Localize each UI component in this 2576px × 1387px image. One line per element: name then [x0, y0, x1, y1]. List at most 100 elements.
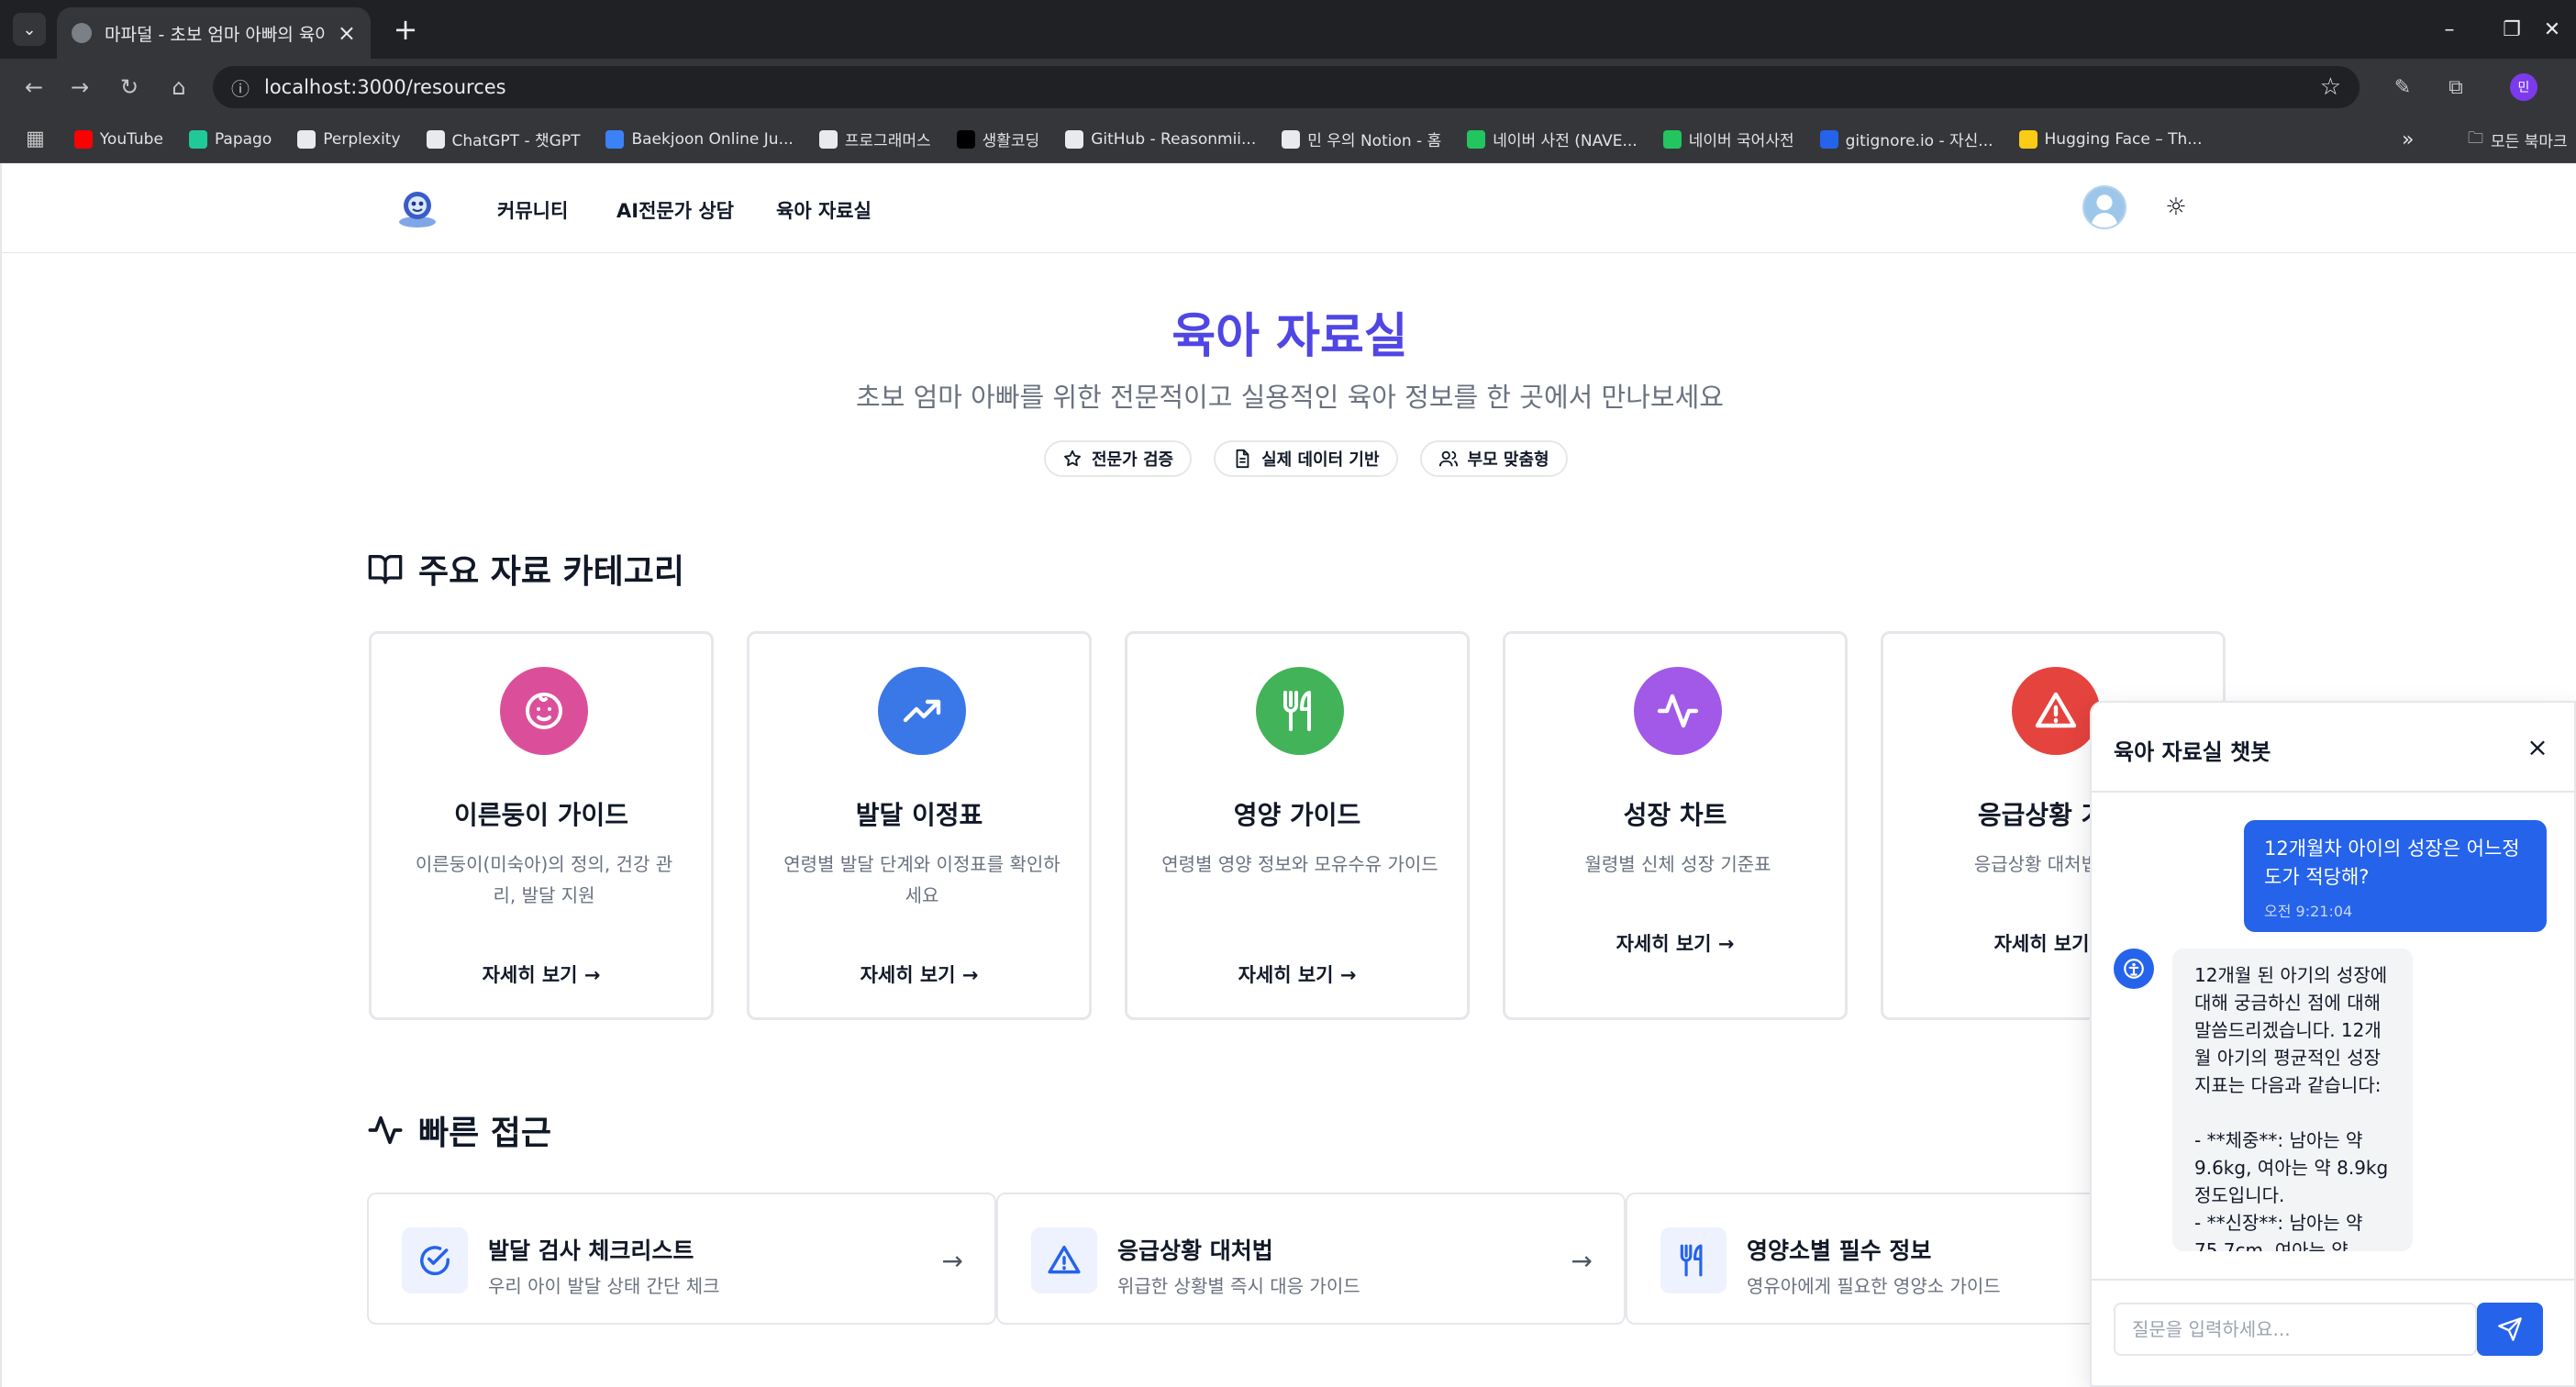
nav-ai-consult[interactable]: AI전문가 상담 [616, 196, 734, 224]
message-timestamp: 오전 9:21:04 [2264, 903, 2353, 920]
logo-icon[interactable] [396, 187, 439, 229]
browser-toolbar: ← → ↻ ⌂ ⓘ localhost:3000/resources ☆ ✎ ⧉ [0, 59, 2576, 116]
chat-input-bar [2092, 1279, 2574, 1385]
category-detail-link[interactable]: 자세히 보기 → [1127, 960, 1467, 988]
bot-icon [2124, 959, 2144, 979]
feature-badges: 전문가 검증 실제 데이터 기반 부모 맞춤형 [1044, 440, 1568, 477]
back-icon[interactable]: ← [17, 70, 51, 105]
bookmark-item[interactable]: YouTube [73, 129, 163, 149]
category-title: 영양 가이드 [1233, 800, 1361, 830]
category-title: 이른둥이 가이드 [453, 800, 629, 830]
bookmark-item[interactable]: 네이버 국어사전 [1662, 128, 1794, 150]
quick-card-emergency[interactable]: 응급상황 대처법 위급한 상황별 즉시 대응 가이드 → [996, 1193, 1626, 1325]
bookmark-item[interactable]: GitHub - Reasonmii... [1065, 129, 1256, 149]
bookmark-item[interactable]: Papago [188, 129, 272, 149]
bookmark-favicon-icon [818, 129, 838, 149]
utensils-icon [1680, 1244, 1703, 1277]
book-open-icon [368, 555, 403, 584]
users-icon [1438, 450, 1458, 467]
quick-icon-bg [1660, 1227, 1727, 1293]
bookmark-favicon-icon [1065, 129, 1084, 149]
bookmark-item[interactable]: 민 우의 Notion - 홈 [1282, 128, 1441, 150]
more-bookmarks-button[interactable]: » [2402, 128, 2414, 151]
address-bar[interactable]: ⓘ localhost:3000/resources ☆ [213, 66, 2359, 108]
nav-resources[interactable]: 육아 자료실 [776, 196, 872, 224]
browser-tab[interactable]: 마파덜 - 초보 엄마 아빠의 육아 × [57, 7, 371, 59]
bookmark-item[interactable]: Hugging Face – Th... [2018, 129, 2202, 149]
category-desc: 월령별 신체 성장 기준표 [1584, 853, 1771, 875]
category-desc: 연령별 발달 단계와 이정표를 확인하세요 [783, 853, 1060, 906]
bookmark-favicon-icon [1819, 129, 1838, 149]
warning-icon [1048, 1246, 1081, 1274]
profile-avatar[interactable]: 민 [2510, 73, 2537, 101]
bookmark-item[interactable]: 프로그래머스 [818, 128, 931, 150]
category-detail-link[interactable]: 자세히 보기 → [1505, 929, 1845, 957]
bookmark-favicon-icon [297, 129, 316, 149]
nav-community[interactable]: 커뮤니티 [497, 196, 568, 224]
category-card-preemie[interactable]: 이른둥이 가이드 이른둥이(미숙아)의 정의, 건강 관리, 발달 지원 자세히… [369, 631, 714, 1020]
document-icon [1236, 449, 1249, 469]
minimize-button[interactable]: – [2422, 9, 2477, 50]
bookmark-favicon-icon [956, 129, 975, 149]
bookmark-item[interactable]: gitignore.io - 자신... [1819, 128, 1993, 150]
category-card-milestones[interactable]: 발달 이정표 연령별 발달 단계와 이정표를 확인하세요 자세히 보기 → [747, 631, 1092, 1020]
tab-favicon-icon [72, 23, 92, 43]
category-icon-bg [878, 667, 966, 755]
tab-title: 마파덜 - 초보 엄마 아빠의 육아 [105, 24, 325, 45]
bot-message-text: 12개월 된 아기의 성장에 대해 궁금하신 점에 대해 말씀드리겠습니다. 1… [2194, 964, 2389, 1251]
all-bookmarks-folder[interactable]: 🗀 모든 북마크 [2468, 127, 2568, 153]
close-icon[interactable]: × [338, 20, 356, 46]
categories-heading: 주요 자료 카테고리 [367, 545, 684, 593]
quick-desc: 영유아에게 필요한 영양소 가이드 [1747, 1275, 2001, 1297]
category-card-growth[interactable]: 성장 차트 월령별 신체 성장 기준표 자세히 보기 → [1503, 631, 1848, 1020]
badge-expert: 전문가 검증 [1044, 440, 1193, 477]
apps-grid-icon[interactable]: ▦ [26, 128, 45, 150]
home-icon[interactable]: ⌂ [161, 70, 196, 105]
new-tab-button[interactable]: + [387, 11, 424, 48]
site-info-icon[interactable]: ⓘ [231, 74, 250, 101]
page-subtitle: 초보 엄마 아빠를 위한 전문적이고 실용적인 육아 정보를 한 곳에서 만나보… [856, 382, 1724, 413]
bookmark-favicon-icon [2018, 129, 2037, 149]
chat-input[interactable] [2114, 1303, 2477, 1356]
sun-icon[interactable]: ☼ [2163, 194, 2189, 220]
quick-title: 영양소별 필수 정보 [1747, 1237, 1932, 1264]
category-icon-bg [2012, 667, 2100, 755]
bookmark-item[interactable]: Baekjoon Online Ju... [605, 129, 794, 149]
forward-icon[interactable]: → [62, 70, 97, 105]
warning-icon [2035, 692, 2077, 728]
bookmarks-bar: ▦ YouTube Papago Perplexity ChatGPT - 챗G… [0, 116, 2576, 163]
quick-icon-bg [1031, 1227, 1097, 1293]
category-detail-link[interactable]: 자세히 보기 → [372, 960, 711, 988]
quick-access-heading: 빠른 접근 [367, 1106, 551, 1154]
category-detail-link[interactable]: 자세히 보기 → [749, 960, 1089, 988]
bookmark-item[interactable]: 생활코딩 [956, 128, 1039, 150]
user-avatar[interactable] [2082, 185, 2126, 229]
reload-icon[interactable]: ↻ [112, 70, 147, 105]
bookmark-item[interactable]: 네이버 사전 (NAVE... [1467, 128, 1638, 150]
bot-avatar [2114, 949, 2154, 989]
category-icon-bg [500, 667, 588, 755]
category-icon-bg [1634, 667, 1722, 755]
category-icon-bg [1256, 667, 1344, 755]
bookmark-favicon-icon [1467, 129, 1486, 149]
window-close-button[interactable]: ✕ [2525, 9, 2576, 50]
bookmark-star-icon[interactable]: ☆ [2320, 73, 2341, 101]
badge-parents: 부모 맞춤형 [1419, 440, 1568, 477]
baby-face-icon [526, 693, 562, 729]
category-card-nutrition[interactable]: 영양 가이드 연령별 영양 정보와 모유수유 가이드 자세히 보기 → [1125, 631, 1470, 1020]
quick-desc: 위급한 상황별 즉시 대응 가이드 [1117, 1275, 1360, 1297]
chevron-down-icon: ⌄ [22, 19, 37, 39]
chatbot-title: 육아 자료실 챗봇 [2114, 739, 2271, 765]
close-icon[interactable]: × [2519, 728, 2556, 765]
arrow-right-icon: → [1717, 933, 1735, 955]
extensions-icon[interactable]: ⧉ [2438, 70, 2473, 105]
page-title: 육아 자료실 [1171, 309, 1408, 364]
quick-card-checklist[interactable]: 발달 검사 체크리스트 우리 아이 발달 상태 간단 체크 → [367, 1193, 996, 1325]
tab-search-button[interactable]: ⌄ [13, 13, 46, 46]
activity-icon [368, 1115, 403, 1145]
pen-extension-icon[interactable]: ✎ [2385, 70, 2420, 105]
send-button[interactable] [2477, 1303, 2543, 1356]
bookmark-item[interactable]: Perplexity [297, 129, 401, 149]
bookmark-item[interactable]: ChatGPT - 챗GPT [426, 128, 580, 150]
quick-desc: 우리 아이 발달 상태 간단 체크 [488, 1275, 720, 1297]
